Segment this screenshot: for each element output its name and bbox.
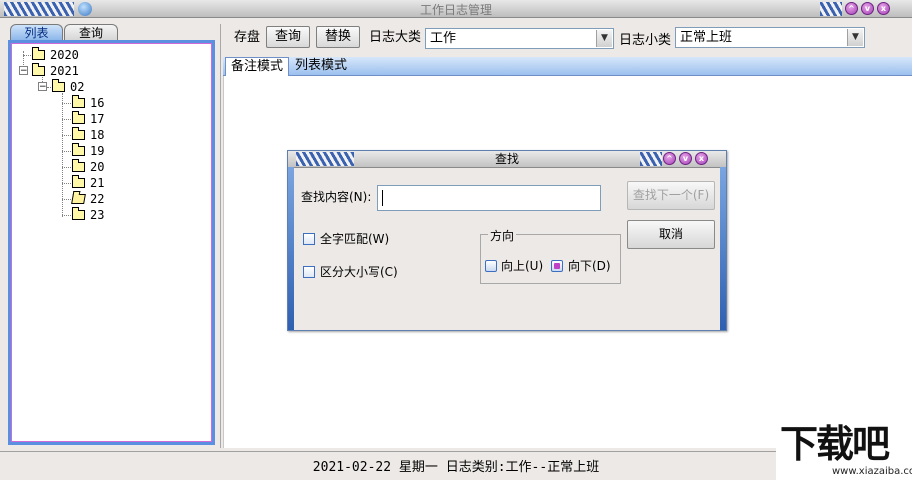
match-case-checkbox[interactable] [303, 266, 315, 278]
tree-item-day-selected[interactable]: 22 [71, 191, 104, 207]
close-icon[interactable]: x [695, 152, 708, 165]
dialog-stripes-right [640, 152, 662, 166]
titlebar-stripes-right [820, 2, 842, 16]
direction-group: 方向 向上(U) 向下(D) [480, 227, 621, 284]
dialog-frame-left [288, 167, 294, 330]
tree-item-month[interactable]: 02 [52, 78, 84, 95]
folder-icon [72, 206, 85, 220]
direction-up-radio[interactable] [485, 260, 497, 272]
date-tree[interactable]: 2020 − 2021 − 02 16 17 18 19 20 21 22 23 [8, 40, 215, 445]
folder-icon [52, 78, 65, 92]
dialog-frame-right [720, 167, 726, 330]
replace-button[interactable]: 替换 [316, 26, 360, 48]
panel-divider[interactable] [220, 24, 221, 448]
folder-icon [72, 126, 85, 140]
window-title: 工作日志管理 [419, 3, 492, 17]
tab-list[interactable]: 列表 [10, 24, 63, 40]
folder-icon [72, 142, 85, 156]
collapse-month-toggle[interactable]: − [38, 82, 47, 92]
tree-item-day[interactable]: 23 [72, 206, 104, 223]
tree-item-day[interactable]: 16 [72, 94, 104, 111]
tab-query[interactable]: 查询 [64, 24, 118, 40]
tree-line [62, 167, 71, 168]
find-dialog: 查找 ^ v x 查找内容(N): 查找下一个(F) 取消 全字匹配(W) 区分… [287, 150, 727, 331]
minor-category-select[interactable]: 正常上班 ▼ [675, 27, 865, 48]
dropdown-arrow-icon[interactable]: ▼ [847, 29, 863, 46]
folder-open-icon [71, 193, 86, 204]
whole-word-checkbox[interactable] [303, 233, 315, 245]
match-case-label[interactable]: 区分大小写(C) [320, 265, 398, 279]
folder-icon [72, 110, 85, 124]
save-button[interactable]: 存盘 [234, 30, 260, 46]
folder-icon [32, 46, 45, 60]
folder-icon [72, 158, 85, 172]
tree-item-day[interactable]: 21 [72, 174, 104, 191]
tree-item-2020[interactable]: 2020 [32, 46, 79, 63]
folder-icon [72, 174, 85, 188]
whole-word-label[interactable]: 全字匹配(W) [320, 232, 389, 246]
text-caret [382, 190, 383, 206]
tree-item-day[interactable]: 19 [72, 142, 104, 159]
tree-line [62, 135, 71, 136]
tree-item-day[interactable]: 17 [72, 110, 104, 127]
find-input[interactable] [377, 185, 601, 211]
tree-line [47, 87, 51, 88]
close-icon[interactable]: x [877, 2, 890, 15]
query-button[interactable]: 查询 [266, 26, 310, 48]
minimize-icon[interactable]: ^ [845, 2, 858, 15]
minor-category-label: 日志小类 [619, 33, 672, 48]
collapse-2021-toggle[interactable]: − [19, 66, 28, 76]
direction-down-radio[interactable] [551, 260, 563, 272]
tree-line [62, 199, 71, 200]
tree-line [62, 151, 71, 152]
tree-line [62, 183, 71, 184]
tree-line [62, 103, 71, 104]
dropdown-arrow-icon[interactable]: ▼ [596, 30, 612, 47]
folder-icon [72, 94, 85, 108]
cancel-button[interactable]: 取消 [627, 220, 715, 249]
direction-down-label[interactable]: 向下(D) [568, 259, 611, 273]
folder-icon [32, 62, 45, 76]
maximize-icon[interactable]: v [679, 152, 692, 165]
tree-line [23, 55, 31, 56]
tree-item-day[interactable]: 18 [72, 126, 104, 143]
find-next-button[interactable]: 查找下一个(F) [627, 181, 715, 210]
find-dialog-title-bar[interactable]: 查找 ^ v x [288, 151, 726, 168]
title-bar: 工作日志管理 ^ v x [0, 0, 912, 18]
minimize-icon[interactable]: ^ [663, 152, 676, 165]
direction-up-label[interactable]: 向上(U) [501, 259, 543, 273]
tree-item-2021[interactable]: 2021 [32, 62, 79, 79]
direction-title: 方向 [488, 227, 517, 244]
tree-line [62, 119, 71, 120]
tree-line [62, 215, 71, 216]
find-label: 查找内容(N): [301, 190, 372, 204]
major-category-label: 日志大类 [369, 30, 422, 45]
tree-item-day[interactable]: 20 [72, 158, 104, 175]
mode-tab-strip: 备注模式 列表模式 [223, 57, 912, 76]
watermark-logo: 下载吧 www.xiazaiba.com [776, 422, 912, 480]
major-category-select[interactable]: 工作 ▼ [425, 28, 614, 49]
tab-list-mode[interactable]: 列表模式 [290, 57, 352, 76]
maximize-icon[interactable]: v [861, 2, 874, 15]
tab-note-mode[interactable]: 备注模式 [225, 57, 290, 76]
